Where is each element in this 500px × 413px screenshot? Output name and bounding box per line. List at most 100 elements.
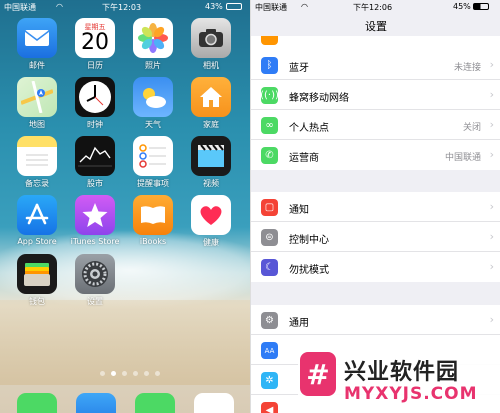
- phone-icon[interactable]: [17, 393, 57, 413]
- app-photos[interactable]: 照片: [128, 18, 178, 71]
- page-dot: [122, 371, 127, 376]
- app-app-store[interactable]: App Store: [12, 195, 62, 246]
- app-label: 天气: [145, 120, 161, 129]
- app-settings[interactable]: 设置: [70, 254, 120, 307]
- settings-row-carrier[interactable]: ✆ 运营商 中国联通 ›: [251, 140, 500, 170]
- page-title: 设置: [365, 20, 387, 33]
- battery-icon: [473, 3, 489, 10]
- page-dot: [144, 371, 149, 376]
- moon-icon: ☾: [261, 259, 278, 276]
- row-label: 控制中心: [289, 235, 329, 246]
- airplane-mode-icon: [261, 36, 278, 45]
- app-label: 视频: [203, 179, 219, 188]
- app-maps[interactable]: 地图: [12, 77, 62, 130]
- row-label: 蜂窝移动网络: [289, 93, 349, 104]
- app-wallet[interactable]: 钱包: [12, 254, 62, 307]
- page-indicator[interactable]: [100, 371, 160, 376]
- app-itunes-store[interactable]: iTunes Store: [70, 195, 120, 246]
- app-notes[interactable]: 备忘录: [12, 136, 62, 189]
- chevron-right-icon: ›: [489, 118, 494, 131]
- safari-icon[interactable]: [76, 393, 116, 413]
- camera-icon: [191, 18, 231, 58]
- music-icon[interactable]: [194, 393, 234, 413]
- wallet-icon: [17, 254, 57, 294]
- settings-row-bluetooth[interactable]: ᛒ 蓝牙 未连接 ›: [251, 50, 500, 80]
- calendar-icon: 星期五 20: [75, 18, 115, 58]
- page-dot-active: [111, 371, 116, 376]
- carrier-text: 中国联通: [255, 3, 287, 12]
- carrier-text: 中国联通: [4, 3, 36, 12]
- mail-icon: [17, 18, 57, 58]
- itunes-store-icon: [75, 195, 115, 235]
- app-label: 备忘录: [25, 179, 49, 188]
- notes-icon: [17, 136, 57, 176]
- home-screen: 中国联通 ◠ 下午12:03 43% 邮件 星期五 20 日历 照片 相机 地图…: [0, 0, 250, 413]
- battery-icon: [226, 3, 242, 10]
- app-label: 邮件: [29, 61, 45, 70]
- stocks-icon: [75, 136, 115, 176]
- dock: [0, 385, 250, 413]
- settings-row-hotspot[interactable]: ∞ 个人热点 关闭 ›: [251, 110, 500, 140]
- app-mail[interactable]: 邮件: [12, 18, 62, 71]
- page-dot: [100, 371, 105, 376]
- app-label: 健康: [203, 238, 219, 247]
- battery-percent: 45%: [453, 2, 471, 11]
- chevron-right-icon: ›: [489, 260, 494, 273]
- bluetooth-icon: ᛒ: [261, 57, 278, 74]
- app-reminders[interactable]: 提醒事项: [128, 136, 178, 189]
- app-label: 日历: [87, 61, 103, 70]
- photos-icon: [133, 18, 173, 58]
- row-value: 未连接: [453, 63, 481, 73]
- health-icon: [191, 195, 231, 235]
- row-label: 通知: [289, 205, 309, 216]
- app-videos[interactable]: 视频: [186, 136, 236, 189]
- carrier-phone-icon: ✆: [261, 147, 278, 164]
- settings-row-general[interactable]: ⚙ 通用 ›: [251, 305, 500, 335]
- time-text: 下午12:06: [353, 3, 393, 12]
- time-text: 下午12:03: [102, 3, 142, 12]
- settings-row-notifications[interactable]: ▢ 通知 ›: [251, 192, 500, 222]
- chevron-right-icon: ›: [489, 313, 494, 326]
- app-health[interactable]: 健康: [186, 195, 236, 248]
- app-calendar[interactable]: 星期五 20 日历: [70, 18, 120, 71]
- settings-row-cellular[interactable]: ((·)) 蜂窝移动网络 ›: [251, 80, 500, 110]
- app-store-icon: [17, 195, 57, 235]
- page-dot: [155, 371, 160, 376]
- app-home[interactable]: 家庭: [186, 77, 236, 130]
- cellular-icon: ((·)): [260, 87, 279, 104]
- control-center-icon: ⊜: [261, 229, 278, 246]
- messages-icon[interactable]: [135, 393, 175, 413]
- settings-row-control-center[interactable]: ⊜ 控制中心 ›: [251, 222, 500, 252]
- ibooks-icon: [133, 195, 173, 235]
- maps-icon: [17, 77, 57, 117]
- wallpaper-icon: ✲: [261, 372, 278, 389]
- row-label: 通用: [289, 318, 309, 329]
- app-label: 相机: [203, 61, 219, 70]
- app-label: 钱包: [29, 297, 45, 306]
- settings-icon: [75, 254, 115, 294]
- app-label: 提醒事项: [137, 179, 169, 188]
- app-label: 时钟: [87, 120, 103, 129]
- watermark-logo: #: [300, 352, 336, 396]
- settings-group-notifications: ▢ 通知 › ⊜ 控制中心 › ☾ 勿扰模式 ›: [251, 192, 500, 282]
- clock-icon: [75, 77, 115, 117]
- watermark-title: 兴业软件园: [344, 360, 460, 385]
- chevron-right-icon: ›: [489, 230, 494, 243]
- wifi-icon: ◠: [301, 2, 308, 11]
- gear-icon: ⚙: [261, 312, 278, 329]
- row-label: 蓝牙: [289, 63, 309, 74]
- row-value: 中国联通: [444, 153, 481, 163]
- app-label: 设置: [87, 297, 103, 306]
- app-stocks[interactable]: 股市: [70, 136, 120, 189]
- row-label: 勿扰模式: [289, 265, 329, 276]
- row-label: 运营商: [289, 153, 319, 164]
- app-ibooks[interactable]: iBooks: [128, 195, 178, 246]
- app-clock[interactable]: 时钟: [70, 77, 120, 130]
- display-icon: AA: [261, 342, 278, 359]
- row-label: 个人热点: [289, 123, 329, 134]
- app-label: iBooks: [139, 237, 167, 246]
- wifi-icon: ◠: [56, 2, 63, 11]
- app-weather[interactable]: 天气: [128, 77, 178, 130]
- settings-row-do-not-disturb[interactable]: ☾ 勿扰模式 ›: [251, 252, 500, 282]
- app-camera[interactable]: 相机: [186, 18, 236, 71]
